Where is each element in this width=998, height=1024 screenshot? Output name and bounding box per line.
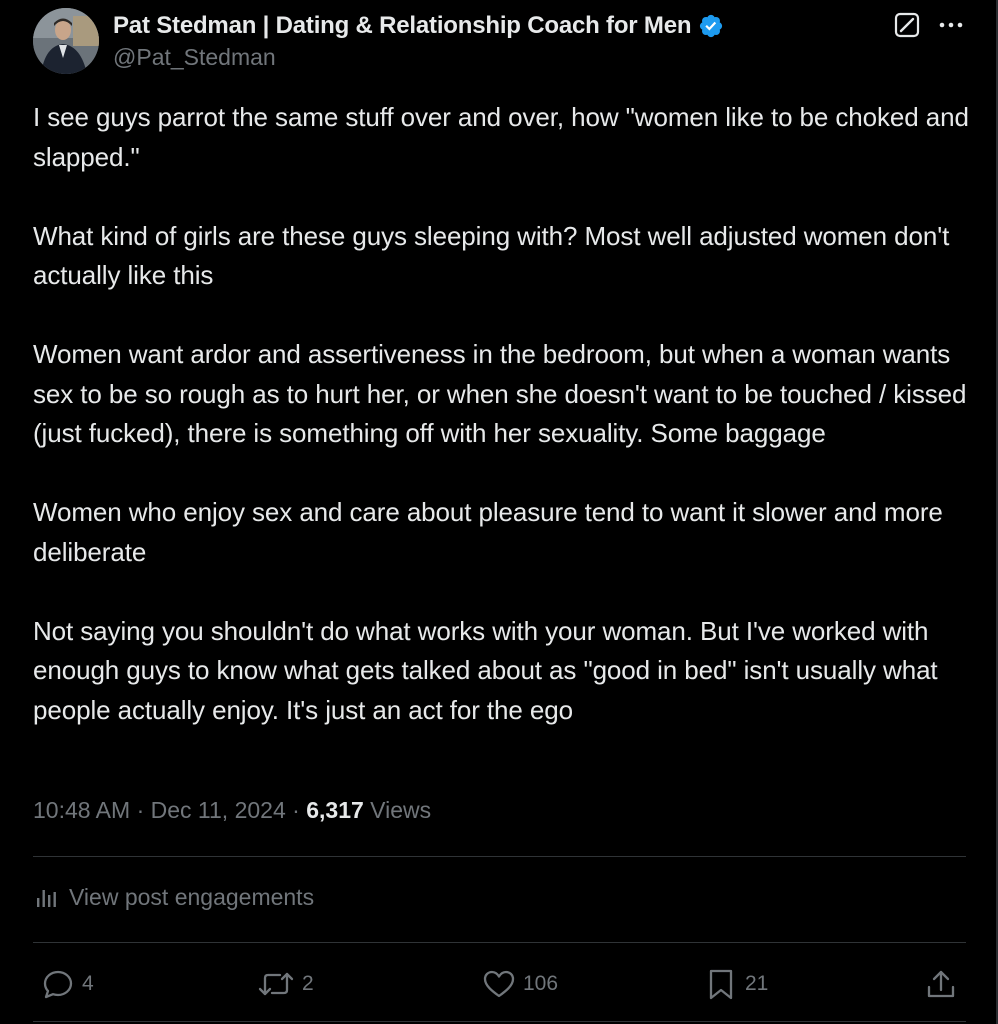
bookmark-count: 21: [745, 972, 769, 995]
tweet-paragraph: Not saying you shouldn't do what works w…: [33, 615, 938, 725]
share-button[interactable]: [923, 966, 959, 1002]
repost-button[interactable]: 2: [256, 966, 314, 1002]
tweet-time[interactable]: 10:48 AM: [33, 797, 130, 823]
view-engagements-label: View post engagements: [69, 884, 315, 910]
tweet-detail: Pat Stedman | Dating & Relationship Coac…: [0, 0, 998, 1024]
repost-icon: [256, 966, 296, 1002]
avatar[interactable]: [33, 8, 99, 74]
tweet-paragraph: I see guys parrot the same stuff over an…: [33, 102, 969, 172]
bookmark-button[interactable]: 21: [703, 966, 768, 1002]
divider: [33, 942, 966, 943]
like-count: 106: [523, 972, 559, 995]
tweet-paragraph: Women want ardor and assertiveness in th…: [33, 339, 967, 448]
author-handle[interactable]: @Pat_Stedman: [113, 44, 276, 71]
tweet-date[interactable]: Dec 11, 2024: [151, 797, 286, 823]
reply-icon: [40, 966, 76, 1002]
view-engagements-link[interactable]: View post engagements: [33, 884, 314, 911]
tweet-meta: 10:48 AM · Dec 11, 2024 · 6,317 Views: [33, 797, 431, 824]
share-icon: [923, 966, 959, 1002]
analytics-icon: [33, 885, 59, 911]
verified-badge-icon[interactable]: [698, 13, 724, 39]
repost-count: 2: [302, 972, 314, 995]
views-label: Views: [370, 797, 432, 823]
meta-separator: ·: [292, 797, 300, 823]
tweet-paragraph: Women who enjoy sex and care about pleas…: [33, 497, 943, 567]
bookmark-icon: [703, 966, 739, 1002]
like-button[interactable]: 106: [481, 966, 558, 1002]
divider: [33, 856, 966, 857]
tweet-paragraph: What kind of girls are these guys sleepi…: [33, 220, 950, 291]
grok-icon[interactable]: [894, 12, 920, 38]
views-count: 6,317: [306, 797, 364, 823]
more-icon[interactable]: [936, 12, 966, 38]
divider: [33, 1021, 966, 1022]
like-icon: [481, 966, 517, 1002]
reply-button[interactable]: 4: [40, 966, 94, 1002]
meta-separator: ·: [136, 797, 145, 823]
reply-count: 4: [82, 972, 94, 995]
tweet-text: I see guys parrot the same stuff over an…: [33, 98, 973, 730]
author-name-row: Pat Stedman | Dating & Relationship Coac…: [113, 9, 724, 43]
author-display-name[interactable]: Pat Stedman | Dating & Relationship Coac…: [113, 12, 692, 40]
